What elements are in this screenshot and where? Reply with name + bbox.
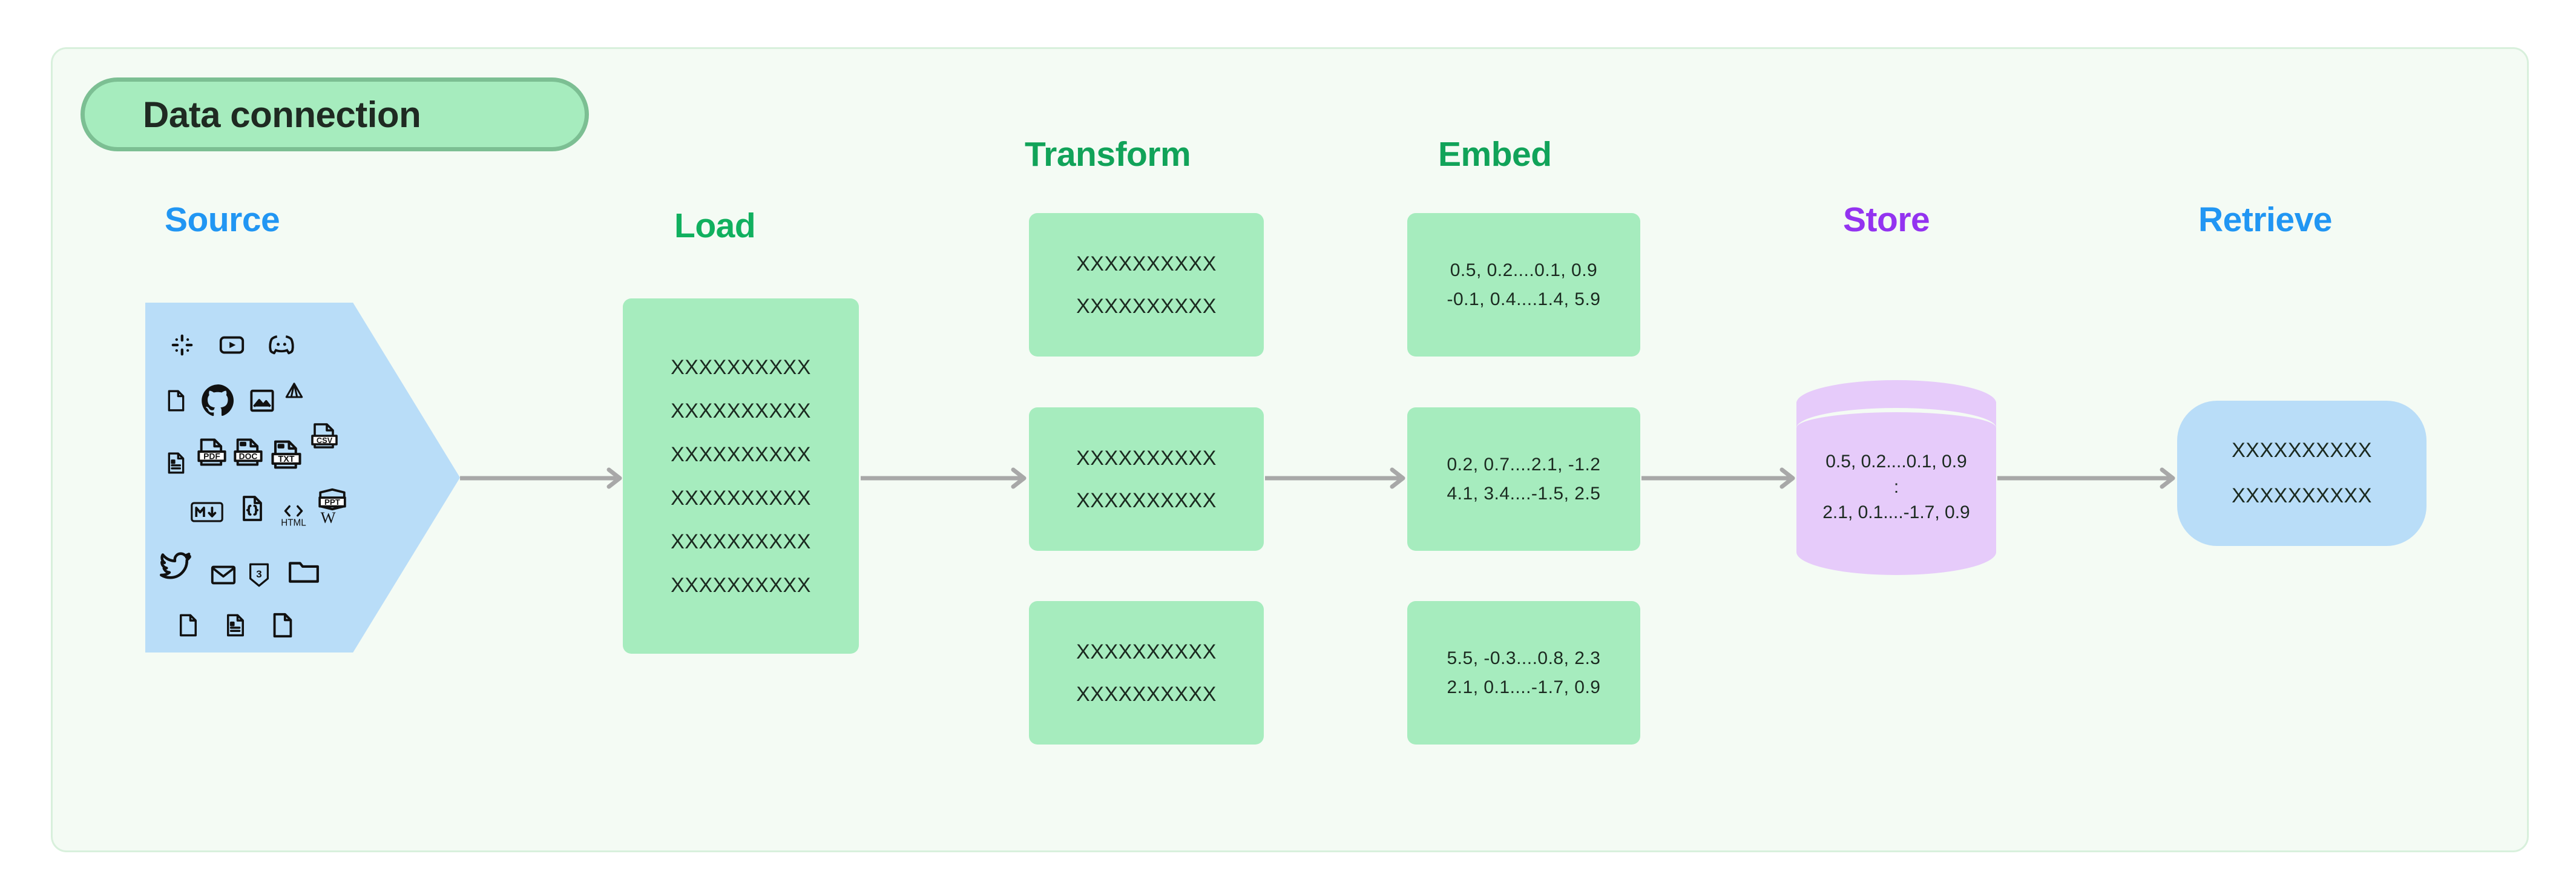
cylinder-rim [1796, 408, 1996, 448]
image-icon [246, 384, 278, 417]
twitter-icon [159, 549, 194, 582]
load-line: XXXXXXXXXX [671, 486, 811, 510]
embed-box: 5.5, -0.3....0.8, 2.3 2.1, 0.1....-1.7, … [1407, 601, 1640, 745]
transform-box: XXXXXXXXXX XXXXXXXXXX [1029, 213, 1264, 357]
svg-text:PDF: PDF [203, 452, 220, 461]
folder-icon [287, 555, 321, 588]
flow-arrow [460, 466, 625, 490]
document-icon [172, 609, 205, 642]
google-drive-icon [283, 381, 305, 403]
embed-vector-line: 0.2, 0.7....2.1, -1.2 [1447, 454, 1601, 475]
source-icon-grid: CSV PDF DOC TXT PPT HTML W 3 [145, 303, 347, 653]
icon-row: 3 [160, 540, 345, 596]
youtube-icon [215, 329, 248, 361]
flow-arrow [861, 466, 1029, 490]
store-line: 0.5, 0.2....0.1, 0.9 [1825, 452, 1967, 472]
embed-vector-line: 2.1, 0.1....-1.7, 0.9 [1447, 677, 1601, 697]
diagram-canvas: Data connection Source Load Transform Em… [0, 0, 2576, 891]
svg-text:DOC: DOC [239, 452, 258, 461]
stage-label-embed: Embed [1438, 135, 1552, 174]
transform-box: XXXXXXXXXX XXXXXXXXXX [1029, 601, 1264, 745]
json-code-file-icon [237, 492, 268, 525]
load-box: XXXXXXXXXX XXXXXXXXXX XXXXXXXXXX XXXXXXX… [623, 298, 859, 654]
transform-line: XXXXXXXXXX [1076, 446, 1217, 470]
ppt-file-icon: PPT [317, 484, 347, 518]
embed-box: 0.5, 0.2....0.1, 0.9 -0.1, 0.4....1.4, 5… [1407, 213, 1640, 357]
txt-file-icon: TXT [269, 438, 304, 471]
embed-vector-line: -0.1, 0.4....1.4, 5.9 [1447, 289, 1601, 309]
transform-line: XXXXXXXXXX [1076, 682, 1217, 706]
retrieve-line: XXXXXXXXXX [2232, 439, 2372, 462]
transform-line: XXXXXXXXXX [1076, 488, 1217, 512]
discord-icon [265, 329, 298, 361]
icon-row [160, 317, 345, 373]
stage-label-retrieve: Retrieve [2198, 200, 2332, 239]
icon-row [160, 373, 345, 429]
store-database-cylinder: 0.5, 0.2....0.1, 0.9 : 2.1, 0.1....-1.7,… [1796, 380, 1996, 575]
document-lines-icon [219, 609, 252, 642]
retrieve-box: XXXXXXXXXX XXXXXXXXXX [2177, 401, 2426, 546]
svg-text:TXT: TXT [278, 455, 294, 464]
cylinder-bottom [1796, 529, 1996, 575]
document-icon [160, 384, 192, 417]
embed-vector-line: 5.5, -0.3....0.8, 2.3 [1447, 648, 1601, 668]
store-text: 0.5, 0.2....0.1, 0.9 : 2.1, 0.1....-1.7,… [1796, 446, 1996, 529]
icon-row [160, 596, 345, 651]
svg-text:CSV: CSV [317, 436, 333, 445]
flow-arrow [1265, 466, 1408, 490]
doc-file-icon: DOC [231, 436, 265, 469]
retrieve-line: XXXXXXXXXX [2232, 484, 2372, 507]
stage-label-store: Store [1843, 200, 1930, 239]
flow-arrow [1641, 466, 1798, 490]
transform-line: XXXXXXXXXX [1076, 252, 1217, 275]
svg-text:HTML: HTML [281, 518, 306, 528]
transform-box: XXXXXXXXXX XXXXXXXXXX [1029, 407, 1264, 551]
load-line: XXXXXXXXXX [671, 573, 811, 597]
store-ellipsis: : [1893, 477, 1899, 497]
load-line: XXXXXXXXXX [671, 442, 811, 466]
html-icon: HTML [277, 498, 310, 531]
stage-label-source: Source [165, 200, 280, 239]
document-icon [266, 609, 299, 642]
embed-vector-line: 0.5, 0.2....0.1, 0.9 [1450, 260, 1598, 280]
pdf-file-icon: PDF [195, 436, 229, 469]
css3-icon: 3 [247, 559, 271, 591]
load-line: XXXXXXXXXX [671, 399, 811, 422]
github-icon [199, 381, 237, 420]
email-icon [207, 559, 240, 591]
load-line: XXXXXXXXXX [671, 530, 811, 553]
data-connection-title-pill: Data connection [80, 77, 589, 151]
stage-label-load: Load [674, 206, 756, 245]
stage-label-transform: Transform [1025, 135, 1191, 174]
store-line: 2.1, 0.1....-1.7, 0.9 [1822, 502, 1970, 522]
transform-line: XXXXXXXXXX [1076, 640, 1217, 663]
transform-line: XXXXXXXXXX [1076, 294, 1217, 318]
svg-text:PPT: PPT [324, 498, 340, 507]
flow-arrow [1997, 466, 2178, 490]
document-lines-icon [160, 447, 192, 479]
source-shape: CSV PDF DOC TXT PPT HTML W 3 [145, 303, 460, 653]
slack-icon [166, 329, 199, 361]
svg-text:3: 3 [256, 568, 261, 580]
page-title: Data connection [143, 94, 421, 135]
markdown-icon [189, 496, 225, 528]
load-line: XXXXXXXXXX [671, 355, 811, 379]
embed-vector-line: 4.1, 3.4....-1.5, 2.5 [1447, 483, 1601, 504]
embed-box: 0.2, 0.7....2.1, -1.2 4.1, 3.4....-1.5, … [1407, 407, 1640, 551]
csv-file-icon: CSV [310, 421, 339, 453]
